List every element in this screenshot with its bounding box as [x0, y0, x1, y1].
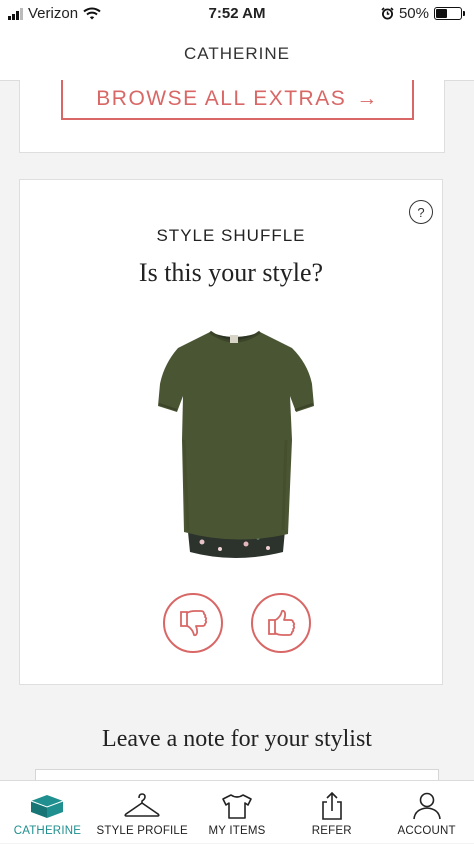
- tab-label: STYLE PROFILE: [96, 825, 188, 837]
- tab-bar: CATHERINE STYLE PROFILE MY ITEMS REFER A…: [0, 780, 474, 843]
- page-title: CATHERINE: [184, 44, 290, 63]
- shuffle-title: STYLE SHUFFLE: [156, 226, 306, 245]
- alarm-icon: [381, 7, 394, 20]
- status-right: 50%: [381, 5, 465, 22]
- tab-catherine[interactable]: CATHERINE: [0, 781, 95, 844]
- extras-card: BROWSE ALL EXTRAS →: [19, 80, 445, 153]
- tab-label: ACCOUNT: [397, 825, 456, 837]
- tab-refer[interactable]: REFER: [284, 781, 379, 844]
- thumbs-down-icon: [180, 610, 208, 637]
- thumbs-up-icon: [268, 609, 296, 636]
- share-icon: [321, 791, 342, 820]
- shirt-icon: [222, 794, 252, 819]
- tab-style-profile[interactable]: STYLE PROFILE: [95, 781, 190, 844]
- header: CATHERINE: [0, 28, 474, 81]
- browse-label: BROWSE ALL EXTRAS: [96, 87, 347, 110]
- person-icon: [412, 792, 441, 820]
- arrow-right-icon: →: [356, 87, 379, 110]
- tab-my-items[interactable]: MY ITEMS: [190, 781, 285, 844]
- thumbs-up-button[interactable]: [251, 593, 311, 653]
- browse-all-extras-button[interactable]: BROWSE ALL EXTRAS →: [61, 80, 414, 120]
- tab-label: CATHERINE: [13, 825, 82, 837]
- shuffle-question: Is this your style?: [138, 258, 324, 287]
- battery-icon: [434, 7, 465, 20]
- product-image: [158, 330, 314, 558]
- note-heading: Leave a note for your stylist: [102, 726, 372, 752]
- battery-percent: 50%: [398, 5, 429, 22]
- hanger-icon: [124, 793, 160, 817]
- help-button[interactable]: ?: [409, 200, 433, 224]
- box-icon: [31, 795, 64, 818]
- thumbs-down-button[interactable]: [163, 593, 223, 653]
- tab-label: REFER: [311, 825, 352, 837]
- tab-label: MY ITEMS: [208, 825, 266, 837]
- style-shuffle-card: ? STYLE SHUFFLE Is this your style?: [19, 179, 443, 685]
- status-bar: Verizon 7:52 AM 50%: [0, 0, 474, 28]
- tab-account[interactable]: ACCOUNT: [379, 781, 474, 844]
